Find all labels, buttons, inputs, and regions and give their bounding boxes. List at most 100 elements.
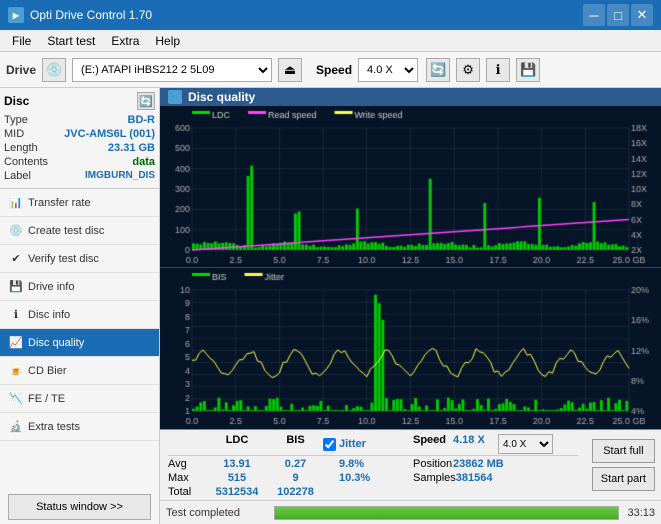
disc-mid-label: MID: [4, 128, 24, 140]
settings-icon[interactable]: ⚙: [456, 58, 480, 82]
stats-speed-value: 4.18 X: [453, 434, 498, 454]
fe-te-icon: 📉: [8, 391, 24, 407]
disc-contents-label: Contents: [4, 156, 48, 168]
lower-chart: [160, 268, 661, 429]
titlebar: ▶ Opti Drive Control 1.70 ─ □ ✕: [0, 0, 661, 30]
lower-chart-canvas: [160, 268, 661, 429]
cd-bier-icon: 🍺: [8, 363, 24, 379]
stats-avg-jitter: 9.8%: [323, 458, 413, 470]
sidebar: Disc 🔄 Type BD-R MID JVC-AMS6L (001) Len…: [0, 88, 160, 524]
nav-extra-tests[interactable]: 🔬 Extra tests: [0, 413, 159, 441]
drive-label: Drive: [6, 63, 36, 77]
stats-max-bis: 9: [268, 472, 323, 484]
stats-row: LDC BIS Jitter Speed 4.18 X 4.0 X: [160, 430, 661, 500]
progress-fill: [275, 507, 618, 519]
window-controls: ─ □ ✕: [583, 4, 653, 26]
chart-header-icon: [168, 90, 182, 104]
stats-max-label: Max: [168, 472, 206, 484]
stats-samples-value: 381564: [456, 472, 546, 484]
stats-table: LDC BIS Jitter Speed 4.18 X 4.0 X: [160, 430, 586, 500]
minimize-button[interactable]: ─: [583, 4, 605, 26]
progress-bar: [274, 506, 619, 520]
upper-chart-canvas: [160, 106, 661, 268]
stats-max-ldc: 515: [206, 472, 268, 484]
verify-test-disc-icon: ✔: [8, 251, 24, 267]
nav-transfer-rate[interactable]: 📊 Transfer rate: [0, 189, 159, 217]
drive-eject-button[interactable]: ⏏: [278, 58, 302, 82]
drive-select[interactable]: (E:) ATAPI iHBS212 2 5L09: [72, 58, 272, 82]
chart-header: Disc quality: [160, 88, 661, 106]
titlebar-left: ▶ Opti Drive Control 1.70: [8, 7, 152, 23]
jitter-check-group: Jitter: [323, 434, 413, 454]
menu-help[interactable]: Help: [147, 32, 188, 50]
disc-mid-row: MID JVC-AMS6L (001): [4, 128, 155, 140]
right-panel: Disc quality LDC: [160, 88, 661, 524]
nav-items: 📊 Transfer rate 💿 Create test disc ✔ Ver…: [0, 189, 159, 441]
disc-type-value: BD-R: [128, 114, 156, 126]
disc-contents-row: Contents data: [4, 156, 155, 168]
disc-mid-value: JVC-AMS6L (001): [64, 128, 155, 140]
nav-fe-te[interactable]: 📉 FE / TE: [0, 385, 159, 413]
stats-pos-label: Position: [413, 458, 453, 470]
disc-contents-value: data: [132, 156, 155, 168]
maximize-button[interactable]: □: [607, 4, 629, 26]
nav-create-test-disc[interactable]: 💿 Create test disc: [0, 217, 159, 245]
main-area: Disc 🔄 Type BD-R MID JVC-AMS6L (001) Len…: [0, 88, 661, 524]
start-full-button[interactable]: Start full: [592, 439, 655, 463]
menu-start-test[interactable]: Start test: [39, 32, 103, 50]
drive-info-icon: 💾: [8, 279, 24, 295]
transfer-rate-icon: 📊: [8, 195, 24, 211]
stats-total-bis: 102278: [268, 486, 323, 498]
status-text: Test completed: [166, 507, 266, 519]
time-text: 33:13: [627, 507, 655, 519]
disc-type-row: Type BD-R: [4, 114, 155, 126]
menubar: File Start test Extra Help: [0, 30, 661, 52]
disc-quality-icon: 📈: [8, 335, 24, 351]
disc-panel: Disc 🔄 Type BD-R MID JVC-AMS6L (001) Len…: [0, 88, 159, 189]
nav-disc-quality[interactable]: 📈 Disc quality: [0, 329, 159, 357]
chart-title: Disc quality: [188, 90, 255, 104]
stats-avg-bis: 0.27: [268, 458, 323, 470]
nav-drive-info[interactable]: 💾 Drive info: [0, 273, 159, 301]
stats-total-ldc: 5312534: [206, 486, 268, 498]
save-icon[interactable]: 💾: [516, 58, 540, 82]
disc-refresh-button[interactable]: 🔄: [137, 92, 155, 110]
upper-chart: [160, 106, 661, 268]
app-icon: ▶: [8, 7, 24, 23]
status-window-button[interactable]: Status window >>: [8, 494, 151, 520]
extra-tests-icon: 🔬: [8, 419, 24, 435]
create-test-disc-icon: 💿: [8, 223, 24, 239]
stats-section: LDC BIS Jitter Speed 4.18 X 4.0 X: [160, 429, 661, 524]
nav-disc-info[interactable]: ℹ Disc info: [0, 301, 159, 329]
stats-avg-label: Avg: [168, 458, 206, 470]
stats-header-ldc: LDC: [206, 434, 268, 454]
start-part-button[interactable]: Start part: [592, 467, 655, 491]
disc-length-value: 23.31 GB: [108, 142, 155, 154]
charts-section: [160, 106, 661, 429]
speed-label: Speed: [316, 63, 352, 77]
disc-panel-title: Disc: [4, 94, 29, 108]
stats-max-jitter: 10.3%: [323, 472, 413, 484]
menu-extra[interactable]: Extra: [103, 32, 147, 50]
refresh-icon[interactable]: 🔄: [426, 58, 450, 82]
disc-type-label: Type: [4, 114, 28, 126]
action-buttons: Start full Start part: [586, 430, 661, 500]
disc-label-value: IMGBURN_DIS: [85, 170, 155, 182]
speed-select[interactable]: 4.0 X: [358, 58, 418, 82]
jitter-label: Jitter: [339, 438, 366, 450]
info-icon[interactable]: ℹ: [486, 58, 510, 82]
stats-pos-value: 23862 MB: [453, 458, 543, 470]
jitter-checkbox[interactable]: [323, 438, 336, 451]
statusbar: Test completed 33:13: [160, 500, 661, 524]
disc-info-icon: ℹ: [8, 307, 24, 323]
disc-length-row: Length 23.31 GB: [4, 142, 155, 154]
stats-col-empty: [168, 434, 206, 454]
speed-select-stats[interactable]: 4.0 X: [498, 434, 553, 454]
close-button[interactable]: ✕: [631, 4, 653, 26]
menu-file[interactable]: File: [4, 32, 39, 50]
drive-eject-icon[interactable]: 💿: [42, 58, 66, 82]
disc-length-label: Length: [4, 142, 38, 154]
nav-verify-test-disc[interactable]: ✔ Verify test disc: [0, 245, 159, 273]
nav-cd-bier[interactable]: 🍺 CD Bier: [0, 357, 159, 385]
toolbar: Drive 💿 (E:) ATAPI iHBS212 2 5L09 ⏏ Spee…: [0, 52, 661, 88]
